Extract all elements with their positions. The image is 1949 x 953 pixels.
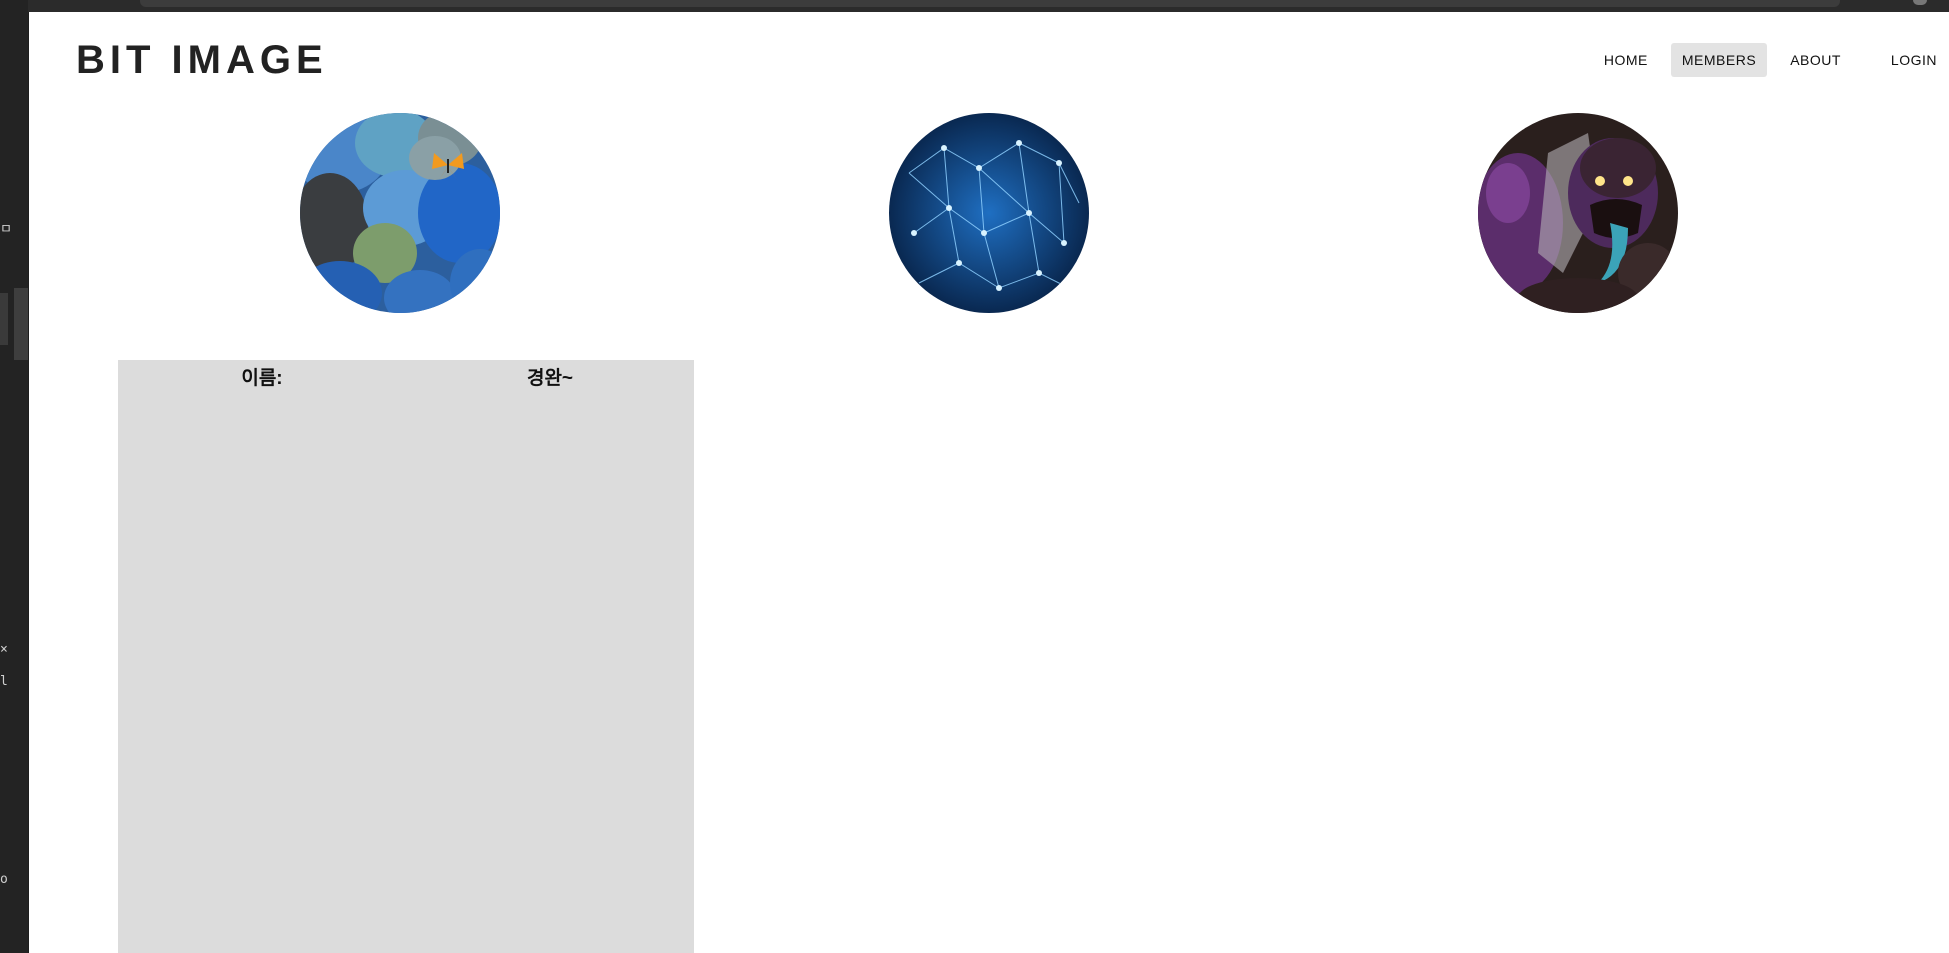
- member-avatar-network[interactable]: [889, 113, 1089, 313]
- strip-glyph: ㅁ: [0, 222, 12, 237]
- strip-scroll-thumb[interactable]: [14, 288, 28, 360]
- nav-home[interactable]: HOME: [1593, 43, 1659, 77]
- name-row: 이름: 경완~: [118, 360, 694, 390]
- site-logo[interactable]: BIT IMAGE: [76, 38, 328, 83]
- strip-glyph: o: [0, 872, 8, 887]
- nav-about[interactable]: ABOUT: [1779, 43, 1852, 77]
- member-avatar-pebbles[interactable]: [300, 113, 500, 313]
- network-image: [889, 113, 1089, 313]
- pebbles-image: [300, 113, 500, 313]
- nav-members[interactable]: MEMBERS: [1670, 43, 1768, 77]
- name-value: 경완~: [526, 368, 574, 389]
- name-label: 이름:: [241, 368, 283, 389]
- web-page: BIT IMAGE HOME MEMBERS ABOUT LOGIN 이름: 경…: [29, 12, 1949, 953]
- profile-icon[interactable]: [1913, 0, 1927, 5]
- main-nav: HOME MEMBERS ABOUT LOGIN: [1587, 43, 1949, 77]
- strip-glyph: l: [0, 674, 8, 689]
- monster-image: [1478, 113, 1678, 313]
- address-bar[interactable]: [140, 0, 1840, 7]
- nav-login[interactable]: LOGIN: [1880, 43, 1948, 77]
- member-detail-card: 이름: 경완~: [118, 360, 694, 953]
- editor-side-strip: ㅁ × l o: [0, 0, 28, 953]
- browser-top-bar: [28, 0, 1949, 12]
- member-avatar-monster[interactable]: [1478, 113, 1678, 313]
- member-avatars: [29, 113, 1949, 313]
- strip-tab: [0, 293, 8, 345]
- close-icon[interactable]: ×: [0, 642, 8, 657]
